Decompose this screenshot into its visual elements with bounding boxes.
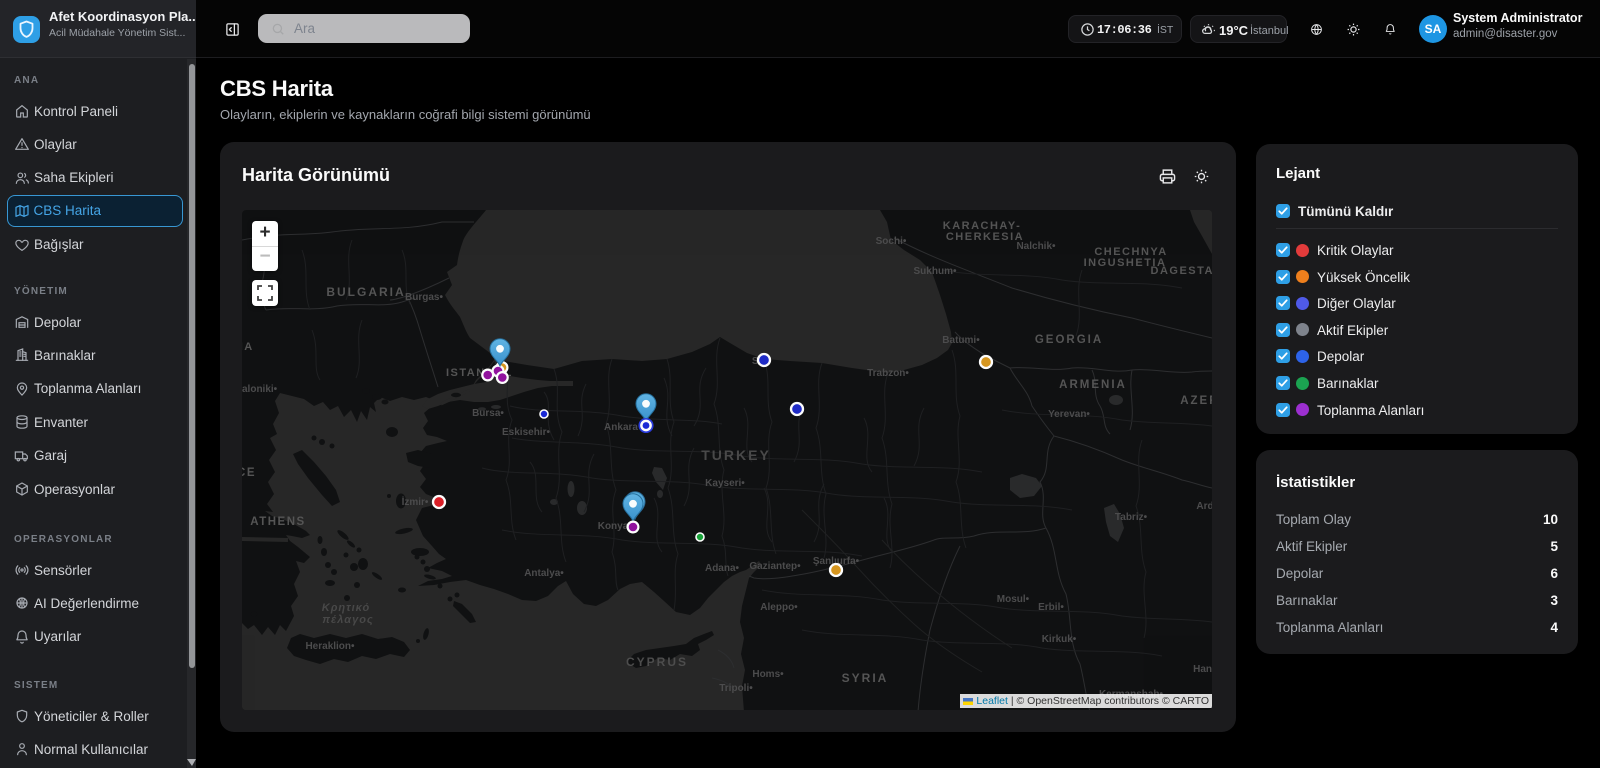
svg-text:Ankara: Ankara xyxy=(604,422,638,433)
svg-text:Kirkuk•: Kirkuk• xyxy=(1042,634,1077,645)
svg-text:NIA: NIA xyxy=(242,341,254,353)
svg-text:Batumi•: Batumi• xyxy=(942,335,980,346)
svg-text:CHERKESIA: CHERKESIA xyxy=(946,231,1024,243)
svg-text:Ard: Ard xyxy=(1196,501,1212,512)
svg-text:Adana•: Adana• xyxy=(705,563,740,574)
svg-text:GREECE: GREECE xyxy=(242,467,256,479)
svg-text:TURKEY: TURKEY xyxy=(701,447,771,463)
svg-text:AZERB: AZERB xyxy=(1180,395,1212,407)
svg-text:Antalya•: Antalya• xyxy=(524,568,564,579)
svg-text:Erbil•: Erbil• xyxy=(1038,602,1064,613)
svg-text:Tripoli•: Tripoli• xyxy=(719,683,753,694)
svg-text:İzmir•: İzmir• xyxy=(402,495,429,508)
svg-text:Nalchik•: Nalchik• xyxy=(1016,241,1056,252)
svg-text:Tabriz•: Tabriz• xyxy=(1115,512,1148,523)
svg-text:Κρητικό: Κρητικό xyxy=(322,602,370,614)
svg-text:Bursa•: Bursa• xyxy=(472,408,504,419)
svg-text:CYPRUS: CYPRUS xyxy=(626,655,688,669)
svg-text:Burgas•: Burgas• xyxy=(405,292,443,303)
svg-text:Kayseri•: Kayseri• xyxy=(705,478,745,489)
svg-text:Heraklion•: Heraklion• xyxy=(305,641,355,652)
svg-text:Eskisehir•: Eskisehir• xyxy=(502,427,550,438)
svg-text:Homs•: Homs• xyxy=(752,669,784,680)
svg-text:Aleppo•: Aleppo• xyxy=(760,602,798,613)
svg-text:ARMENIA: ARMENIA xyxy=(1059,379,1127,391)
svg-text:Konya: Konya xyxy=(598,521,629,532)
svg-text:Sukhum•: Sukhum• xyxy=(914,266,957,277)
svg-text:Yerevan•: Yerevan• xyxy=(1048,409,1090,420)
svg-text:Han: Han xyxy=(1193,664,1212,675)
svg-text:aloniki•: aloniki• xyxy=(242,384,278,395)
svg-text:πέλαγος: πέλαγος xyxy=(322,614,374,626)
svg-text:DAGESTAN: DAGESTAN xyxy=(1151,265,1212,277)
svg-text:ATHENS: ATHENS xyxy=(250,516,305,528)
svg-text:BULGARIA: BULGARIA xyxy=(326,285,405,299)
svg-text:SYRIA: SYRIA xyxy=(842,671,889,685)
svg-text:Trabzon•: Trabzon• xyxy=(867,368,909,379)
svg-text:Mosul•: Mosul• xyxy=(997,594,1030,605)
svg-text:Sochi•: Sochi• xyxy=(876,236,907,247)
svg-text:GEORGIA: GEORGIA xyxy=(1035,334,1103,346)
svg-text:Gaziantep•: Gaziantep• xyxy=(749,561,801,572)
